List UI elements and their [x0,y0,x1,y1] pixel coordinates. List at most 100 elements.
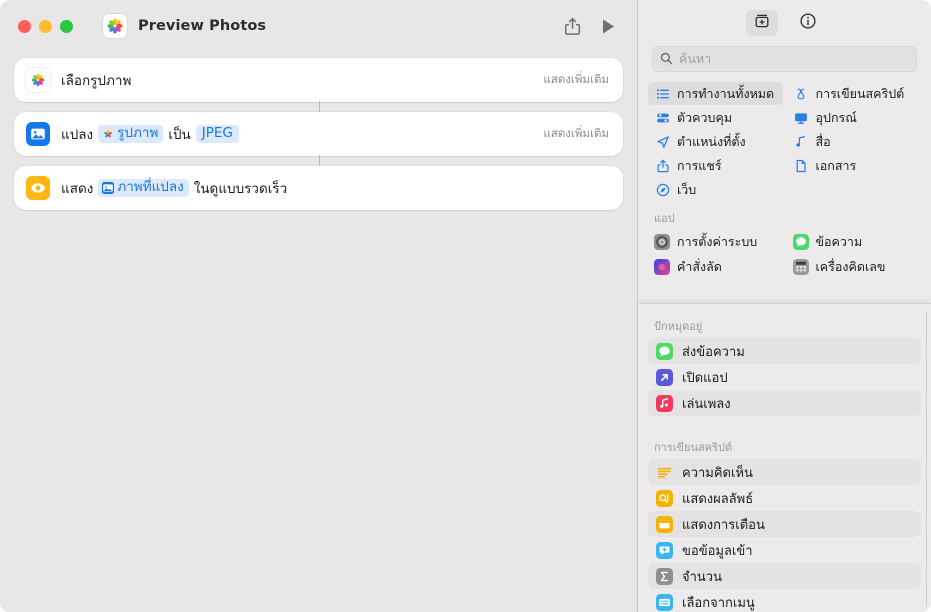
library-overlay-sheet: ปักหมุดอยู่ ส่งข้อความ เปิดแอป เล่นเพลง … [638,303,931,612]
open-app-icon [656,368,673,386]
action-library-pane: ค้นหา การทำงานทั้งหมด การเขียนสคริปต์ ตั… [638,0,931,612]
music-icon [656,394,673,412]
list-item-comment[interactable]: ความคิดเห็น [648,459,921,485]
action-library-tab[interactable] [745,10,778,36]
category-devices[interactable]: อุปกรณ์ [787,106,922,129]
info-tab[interactable] [792,10,824,36]
action-word: ในดูแบบรวดเร็ว [193,181,288,197]
category-web[interactable]: เว็บ [648,178,783,201]
category-label: การแชร์ [677,157,722,173]
category-sharing[interactable]: การแชร์ [648,154,783,177]
search-container: ค้นหา [638,46,931,72]
run-button[interactable] [593,12,623,40]
messages-icon [792,233,809,250]
category-location[interactable]: ตำแหน่งที่ตั้ง [648,130,783,153]
list-item-label: เล่นเพลง [682,396,731,412]
list-item-play-music[interactable]: เล่นเพลง [648,390,921,416]
list-item-label: เลือกจากเมนู [682,595,755,611]
photos-icon [102,128,114,140]
list-item-show-alert[interactable]: แสดงการเตือน [648,511,921,537]
shortcuts-editor-window: Preview Photos เลือกรูปภาพ แสดงเพิ่มเติม… [0,0,931,612]
action-library-icon [753,12,771,34]
list-item-show-result[interactable]: แสดงผลลัพธ์ [648,485,921,511]
app-item-label: เครื่องคิดเลข [815,258,886,274]
category-documents[interactable]: เอกสาร [787,154,922,177]
search-icon [660,50,673,69]
list-item-ask-for-input[interactable]: ขอข้อมูลเข้า [648,537,921,563]
variable-token-image[interactable]: รูปภาพ [98,125,164,143]
list-item-label: เปิดแอป [682,370,728,386]
flow-connector [14,101,623,113]
action-card-text: แสดง ภาพที่แปลง ในดูแบบรวดเร็ว [61,177,292,199]
action-word: แปลง [61,127,94,143]
app-item-messages[interactable]: ข้อความ [787,230,922,253]
token-label: JPEG [201,125,233,142]
traffic-lights [18,19,73,33]
calculator-icon [792,258,809,275]
photos-icon [26,68,50,92]
library-scrollbar[interactable] [926,312,929,606]
app-item-shortcuts[interactable]: คำสั่งลัด [648,255,783,278]
scripting-list: ความคิดเห็น แสดงผลลัพธ์ แสดงการเตือน ขอข… [638,459,931,612]
library-toolbar [638,0,931,46]
minimize-button[interactable] [39,19,52,33]
scrollbar-track [926,312,927,606]
list-item-label: ส่งข้อความ [682,344,745,360]
zoom-button[interactable] [60,19,73,33]
search-input[interactable]: ค้นหา [652,46,917,72]
photos-app-icon [102,13,128,39]
list-item-label: ความคิดเห็น [682,465,753,481]
editor-pane: Preview Photos เลือกรูปภาพ แสดงเพิ่มเติม… [0,0,638,612]
list-item-label: แสดงผลลัพธ์ [682,491,754,507]
close-button[interactable] [18,19,31,33]
action-word: เป็น [168,127,191,143]
apps-section-header: แอป [654,212,675,225]
category-label: สื่อ [815,133,831,149]
share-button[interactable] [557,12,587,40]
app-item-calculator[interactable]: เครื่องคิดเลข [787,255,922,278]
category-scripting[interactable]: การเขียนสคริปต์ [787,82,922,105]
action-card-select-photos[interactable]: เลือกรูปภาพ แสดงเพิ่มเติม [14,58,623,102]
category-label: อุปกรณ์ [815,109,857,125]
list-item-open-app[interactable]: เปิดแอป [648,364,921,390]
variable-token-converted-image[interactable]: ภาพที่แปลง [98,179,189,197]
eye-icon [26,176,50,200]
messages-icon [656,342,673,360]
show-more-link[interactable]: แสดงเพิ่มเติม [543,71,609,89]
list-item-choose-from-menu[interactable]: เลือกจากเมนู [648,589,921,612]
scroll-icon [793,87,810,101]
app-item-label: การตั้งค่าระบบ [677,233,758,249]
photos-icon [103,14,127,38]
action-card-quick-look[interactable]: แสดง ภาพที่แปลง ในดูแบบรวดเร็ว [14,166,623,210]
share-icon [564,17,581,36]
pinned-section-header: ปักหมุดอยู่ [654,320,703,333]
format-token-jpeg[interactable]: JPEG [195,125,239,143]
safari-compass-icon [654,183,671,197]
list-item-count[interactable]: จำนวน [648,563,921,589]
action-card-convert-image[interactable]: แปลง รูปภาพ เป็น JPEG แสดงเพิ่มเติม [14,112,623,156]
app-item-system-settings[interactable]: การตั้งค่าระบบ [648,230,783,253]
list-bullet-icon [654,87,671,101]
show-result-icon [656,489,673,507]
image-icon [102,181,115,194]
category-label: ตำแหน่งที่ตั้ง [677,133,746,149]
category-label: เว็บ [677,181,697,197]
list-item-label: ขอข้อมูลเข้า [682,543,753,559]
category-all-actions[interactable]: การทำงานทั้งหมด [648,82,783,105]
list-item-send-message[interactable]: ส่งข้อความ [648,338,921,364]
document-title: Preview Photos [138,18,267,34]
category-media[interactable]: สื่อ [787,130,922,153]
scripting-section-header: การเขียนสคริปต์ [654,441,733,454]
token-label: รูปภาพ [117,125,159,142]
show-more-link[interactable]: แสดงเพิ่มเติม [543,125,609,143]
action-word: แสดง [61,181,94,197]
info-circle-icon [799,12,817,34]
display-icon [793,111,810,125]
system-settings-icon [654,233,670,250]
comment-icon [656,464,673,481]
action-word: เลือกรูปภาพ [61,73,132,89]
list-item-label: จำนวน [682,569,722,585]
token-label: ภาพที่แปลง [117,179,184,196]
category-controls[interactable]: ตัวควบคุม [648,106,783,129]
